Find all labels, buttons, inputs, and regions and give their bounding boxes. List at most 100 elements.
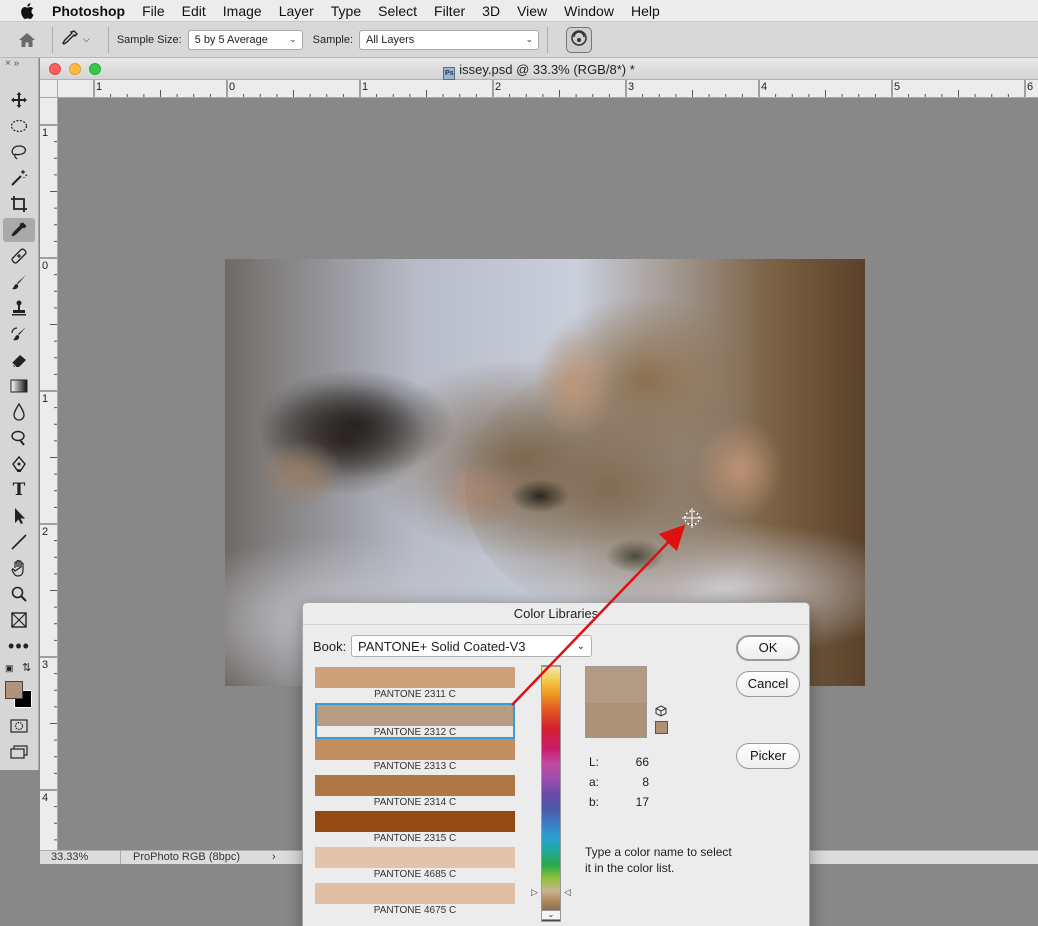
psd-file-icon: Ps (443, 67, 456, 80)
eyedropper-icon[interactable] (3, 218, 35, 242)
sample-value: All Layers (366, 33, 415, 46)
options-separator (52, 26, 53, 53)
blur-icon[interactable] (3, 400, 35, 424)
lab-l-value: 66 (635, 755, 649, 769)
slider-left-handle-icon[interactable]: ▷ (531, 887, 538, 898)
sample-size-select[interactable]: 5 by 5 Average ⌄ (187, 29, 303, 50)
menu-select[interactable]: Select (378, 3, 417, 19)
show-sampling-ring-button[interactable] (566, 26, 592, 53)
kitten-left-ear (535, 329, 615, 439)
home-icon[interactable] (10, 23, 44, 57)
line-icon[interactable] (3, 530, 35, 554)
move-icon[interactable] (3, 88, 35, 112)
menu-image[interactable]: Image (223, 3, 262, 19)
chevron-down-icon: ⌵ (83, 34, 90, 44)
color-spectrum-slider[interactable] (541, 666, 561, 922)
healing-brush-icon[interactable] (3, 244, 35, 268)
scroll-down-icon[interactable]: ⌄ (541, 910, 561, 920)
eraser-icon[interactable] (3, 348, 35, 372)
ruler-origin[interactable] (40, 80, 58, 98)
swatch-name: PANTONE 2312 C (373, 727, 457, 738)
book-select[interactable]: PANTONE+ Solid Coated-V3 ⌄ (351, 635, 592, 657)
swatch-item[interactable]: PANTONE 2315 C (315, 811, 515, 847)
menu-window[interactable]: Window (564, 3, 614, 19)
swatch-chip (315, 739, 515, 760)
horizontal-ruler[interactable]: 1 0 1 2 3 4 5 6 (58, 80, 1038, 98)
swatch-chip (315, 667, 515, 688)
path-selection-icon[interactable] (3, 504, 35, 528)
options-separator (547, 26, 548, 53)
frame-icon[interactable] (3, 608, 35, 632)
screen-mode-icon[interactable] (3, 740, 35, 764)
default-colors-icon[interactable]: ▣ (5, 663, 14, 674)
ok-button[interactable]: OK (736, 635, 800, 661)
vertical-ruler[interactable]: 1 0 1 2 3 4 (40, 98, 58, 850)
history-brush-icon[interactable] (3, 322, 35, 346)
lasso-icon[interactable] (3, 140, 35, 164)
lab-a-label: a: (589, 775, 600, 789)
sample-select[interactable]: All Layers ⌄ (359, 29, 539, 50)
menu-file[interactable]: File (142, 3, 165, 19)
swatch-name: PANTONE 4685 C (373, 869, 457, 880)
swatch-item[interactable]: PANTONE 2311 C (315, 667, 515, 703)
menu-view[interactable]: View (517, 3, 547, 19)
pen-icon[interactable] (3, 452, 35, 476)
menu-edit[interactable]: Edit (182, 3, 206, 19)
clone-stamp-icon[interactable] (3, 296, 35, 320)
status-menu-arrow[interactable]: › (272, 851, 276, 863)
more-icon[interactable]: ••• (3, 634, 35, 658)
color-preview (585, 666, 647, 738)
gradient-icon[interactable] (3, 374, 35, 398)
menu-layer[interactable]: Layer (279, 3, 314, 19)
swatch-item[interactable]: PANTONE 4675 C (315, 883, 515, 919)
marquee-icon[interactable] (3, 114, 35, 138)
color-profile: ProPhoto RGB (8bpc) (133, 851, 240, 863)
swatch-item[interactable]: PANTONE 4685 C (315, 847, 515, 883)
kitten-eye (605, 539, 665, 573)
tool-preset-picker[interactable]: ⌵ (61, 29, 90, 50)
web-safe-swatch[interactable] (655, 721, 668, 734)
menu-3d[interactable]: 3D (482, 3, 500, 19)
lab-b-label: b: (589, 795, 600, 809)
magic-wand-icon[interactable] (3, 166, 35, 190)
lab-a-value: 8 (642, 775, 649, 789)
swap-colors-icon[interactable]: ⇅ (22, 661, 31, 674)
ruler-label: 1 (362, 81, 369, 93)
brush-icon[interactable] (3, 270, 35, 294)
crop-icon[interactable] (3, 192, 35, 216)
document-titlebar: Ps issey.psd @ 33.3% (RGB/8*) * (40, 58, 1038, 80)
menu-filter[interactable]: Filter (434, 3, 465, 19)
dodge-icon[interactable] (3, 426, 35, 450)
slider-right-handle-icon[interactable]: ◁ (564, 887, 571, 898)
ruler-label: 0 (42, 260, 49, 272)
sample-size-value: 5 by 5 Average (194, 33, 268, 46)
out-of-gamut-cube-icon[interactable] (655, 705, 667, 720)
hand-icon[interactable] (3, 556, 35, 580)
swatch-name: PANTONE 2313 C (373, 761, 457, 772)
zoom-icon[interactable] (3, 582, 35, 606)
cancel-button[interactable]: Cancel (736, 671, 800, 697)
swatch-item-selected[interactable]: PANTONE 2312 C (315, 703, 515, 739)
menu-app-photoshop[interactable]: Photoshop (52, 3, 125, 19)
lab-l-row: L: 66 (589, 755, 649, 769)
quick-mask-icon[interactable] (3, 714, 35, 738)
swatch-name: PANTONE 4675 C (373, 905, 457, 916)
chevron-down-icon: ⌄ (289, 34, 297, 44)
ruler-label: 1 (42, 393, 49, 405)
apple-icon[interactable] (20, 2, 38, 20)
menu-help[interactable]: Help (631, 3, 660, 19)
swatch-chip (315, 883, 515, 904)
type-icon[interactable]: T (3, 478, 35, 502)
menu-type[interactable]: Type (331, 3, 361, 19)
foreground-color-swatch[interactable] (5, 681, 23, 699)
zoom-level[interactable]: 33.33% (51, 851, 88, 863)
swatch-name: PANTONE 2314 C (373, 797, 457, 808)
sample-size-label: Sample Size: (116, 33, 182, 46)
status-divider (120, 850, 121, 864)
swatch-chip (315, 847, 515, 868)
picker-button[interactable]: Picker (736, 743, 800, 769)
panel-collapse-icon[interactable]: × » (0, 58, 38, 70)
book-label: Book: (313, 639, 347, 654)
swatch-item[interactable]: PANTONE 2314 C (315, 775, 515, 811)
swatch-item[interactable]: PANTONE 2313 C (315, 739, 515, 775)
